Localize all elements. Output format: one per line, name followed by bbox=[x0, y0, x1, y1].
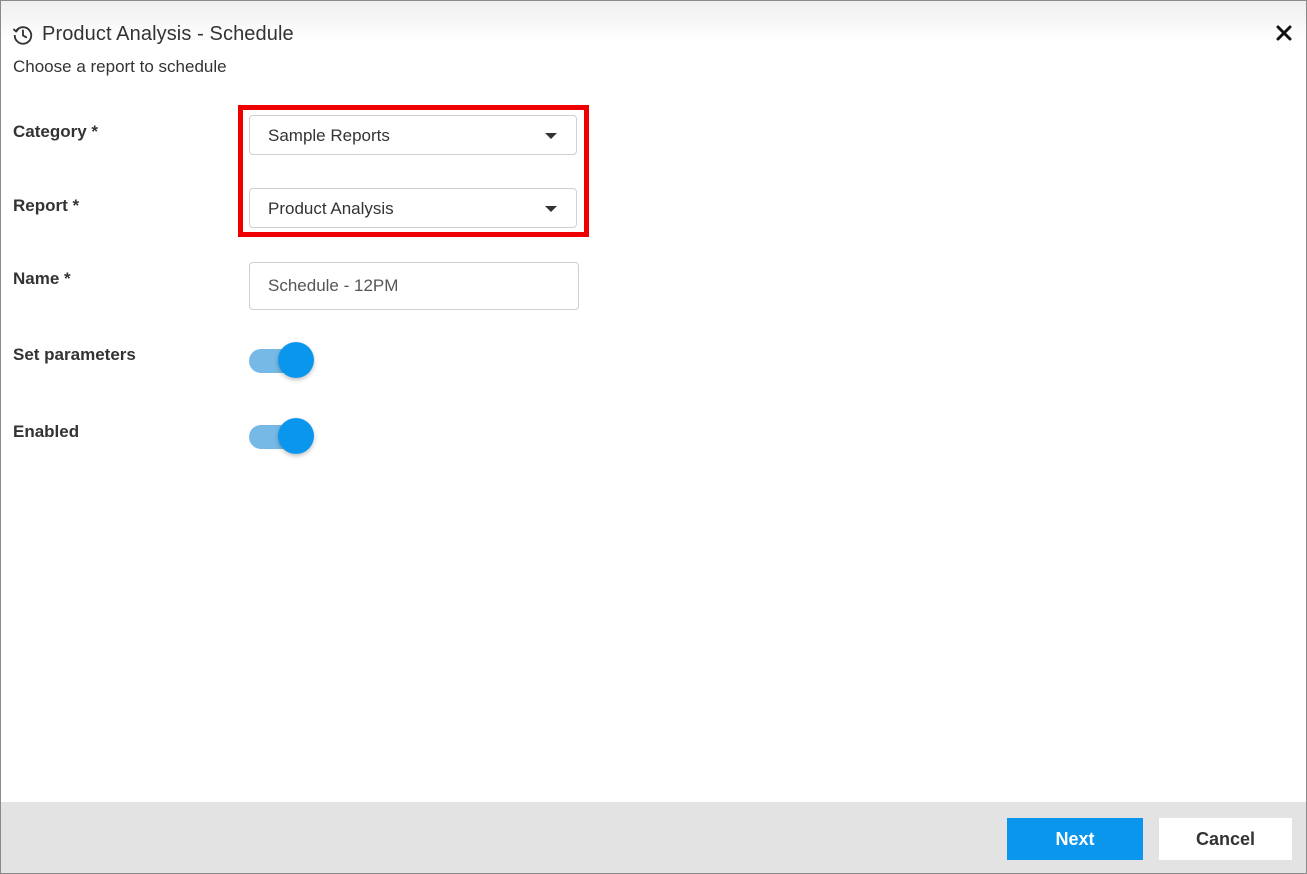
set-parameters-label: Set parameters bbox=[13, 345, 136, 364]
toggle-knob bbox=[278, 418, 314, 454]
enabled-toggle[interactable] bbox=[249, 417, 317, 457]
chevron-down-icon bbox=[545, 206, 557, 212]
dialog-subtitle: Choose a report to schedule bbox=[13, 57, 227, 76]
next-button[interactable]: Next bbox=[1007, 818, 1143, 860]
dialog-title: Product Analysis - Schedule bbox=[42, 23, 294, 45]
report-select[interactable]: Product Analysis bbox=[249, 188, 577, 228]
category-select[interactable]: Sample Reports bbox=[249, 115, 577, 155]
chevron-down-icon bbox=[545, 133, 557, 139]
enabled-label: Enabled bbox=[13, 422, 80, 441]
cancel-button[interactable]: Cancel bbox=[1159, 818, 1292, 860]
name-label: Name * bbox=[13, 269, 71, 288]
dialog-header: Product Analysis - Schedule bbox=[12, 23, 294, 46]
history-clock-icon bbox=[12, 24, 34, 46]
report-select-value: Product Analysis bbox=[268, 199, 394, 218]
set-parameters-toggle[interactable] bbox=[249, 341, 317, 381]
dialog-footer: Next Cancel bbox=[1, 802, 1306, 873]
category-label: Category * bbox=[13, 122, 99, 141]
category-select-value: Sample Reports bbox=[268, 126, 390, 145]
close-icon[interactable] bbox=[1274, 23, 1294, 43]
toggle-knob bbox=[278, 342, 314, 378]
report-label: Report * bbox=[13, 196, 80, 215]
name-input[interactable] bbox=[249, 262, 579, 310]
schedule-dialog: Product Analysis - Schedule Choose a rep… bbox=[0, 0, 1307, 874]
